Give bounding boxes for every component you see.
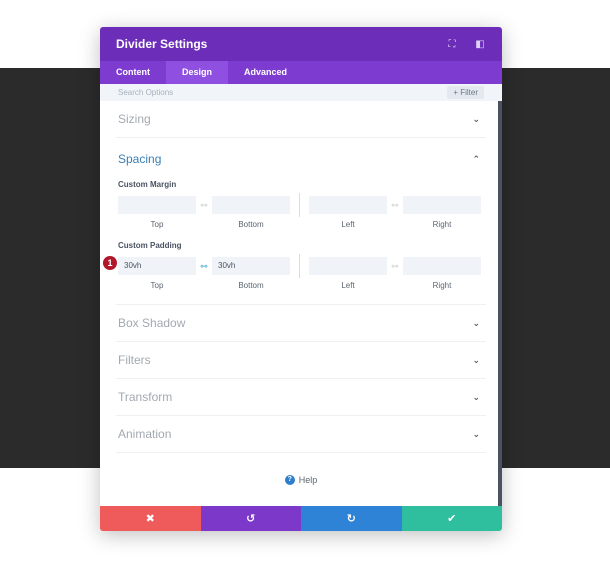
redo-button[interactable]: ↻ [301,506,402,531]
chevron-down-icon: ⌄ [472,317,480,328]
chevron-up-icon: ⌃ [472,153,480,164]
help-label: Help [298,475,318,485]
chevron-down-icon: ⌄ [472,113,480,124]
section-spacing: Spacing ⌃ Custom Margin ⚯ ⚯ Top Bottom L… [103,138,486,305]
padding-sublabels: Top Bottom Left Right [116,281,486,290]
chevron-down-icon: ⌄ [472,354,480,365]
check-icon: ✔ [447,513,457,525]
divider [299,254,300,278]
search-input[interactable]: Search Options [118,88,447,97]
sidebar-toggle-icon[interactable]: ◧ [474,38,486,50]
section-label: Box Shadow [118,316,186,330]
modal-header: Divider Settings ⛶ ◧ [100,27,502,61]
tab-bar: Content Design Advanced [100,61,502,84]
custom-margin-label: Custom Margin [118,180,177,189]
tab-advanced[interactable]: Advanced [228,61,303,84]
close-icon: ✖ [145,513,155,525]
sublabel-right: Right [432,220,452,229]
link-icon[interactable]: ⚯ [196,201,212,210]
sublabel-bottom: Bottom [238,281,264,290]
modal-footer: ✖ ↺ ↻ ✔ [100,506,502,531]
margin-right-input[interactable] [403,196,481,214]
scrollbar[interactable] [498,101,502,506]
section-label: Spacing [118,152,162,166]
search-bar: Search Options + Filter [100,84,502,101]
link-icon[interactable]: ⚯ [196,262,212,271]
chevron-down-icon: ⌄ [472,428,480,439]
modal-title: Divider Settings [116,37,208,51]
sublabel-top: Top [150,220,164,229]
padding-bottom-input[interactable]: 30vh [212,257,290,275]
sublabel-bottom: Bottom [238,220,264,229]
tab-content[interactable]: Content [100,61,166,84]
sublabel-top: Top [150,281,164,290]
filter-button[interactable]: + Filter [447,86,484,99]
undo-button[interactable]: ↺ [200,506,301,531]
section-filters[interactable]: Filters ⌄ [116,342,486,379]
padding-right-input[interactable] [403,257,481,275]
spacing-header[interactable]: Spacing ⌃ [116,138,486,180]
step-badge: 1 [103,256,117,270]
section-transform[interactable]: Transform ⌄ [116,379,486,416]
cancel-button[interactable]: ✖ [100,506,201,531]
section-label: Filters [118,353,151,367]
undo-icon: ↺ [246,513,256,525]
link-icon[interactable]: ⚯ [387,201,403,210]
padding-row: 1 30vh ⚯ 30vh ⚯ [103,254,486,278]
section-sizing[interactable]: Sizing ⌄ [116,101,486,138]
redo-icon: ↻ [346,513,356,525]
sublabel-right: Right [432,281,452,290]
sublabel-left: Left [341,220,355,229]
help-link[interactable]: ? Help [116,453,486,507]
section-label: Animation [118,427,172,441]
settings-body: Sizing ⌄ Spacing ⌃ Custom Margin ⚯ ⚯ Top [100,101,502,507]
divider-settings-modal: Divider Settings ⛶ ◧ Content Design Adva… [100,27,502,531]
save-button[interactable]: ✔ [401,506,502,531]
sublabel-left: Left [341,281,355,290]
divider [299,193,300,217]
margin-bottom-input[interactable] [212,196,290,214]
expand-icon[interactable]: ⛶ [446,38,458,50]
margin-row: ⚯ ⚯ [116,193,486,217]
section-box-shadow[interactable]: Box Shadow ⌄ [116,305,486,342]
padding-left-input[interactable] [309,257,387,275]
margin-sublabels: Top Bottom Left Right [116,220,486,229]
help-icon: ? [284,475,295,485]
chevron-down-icon: ⌄ [472,391,480,402]
section-label: Sizing [118,112,151,126]
section-animation[interactable]: Animation ⌄ [116,416,486,453]
custom-padding-label: Custom Padding [118,241,182,250]
section-label: Transform [118,390,173,404]
margin-left-input[interactable] [309,196,387,214]
tab-design[interactable]: Design [166,61,229,84]
padding-top-input[interactable]: 30vh [118,257,196,275]
link-icon[interactable]: ⚯ [387,262,403,271]
margin-top-input[interactable] [118,196,196,214]
